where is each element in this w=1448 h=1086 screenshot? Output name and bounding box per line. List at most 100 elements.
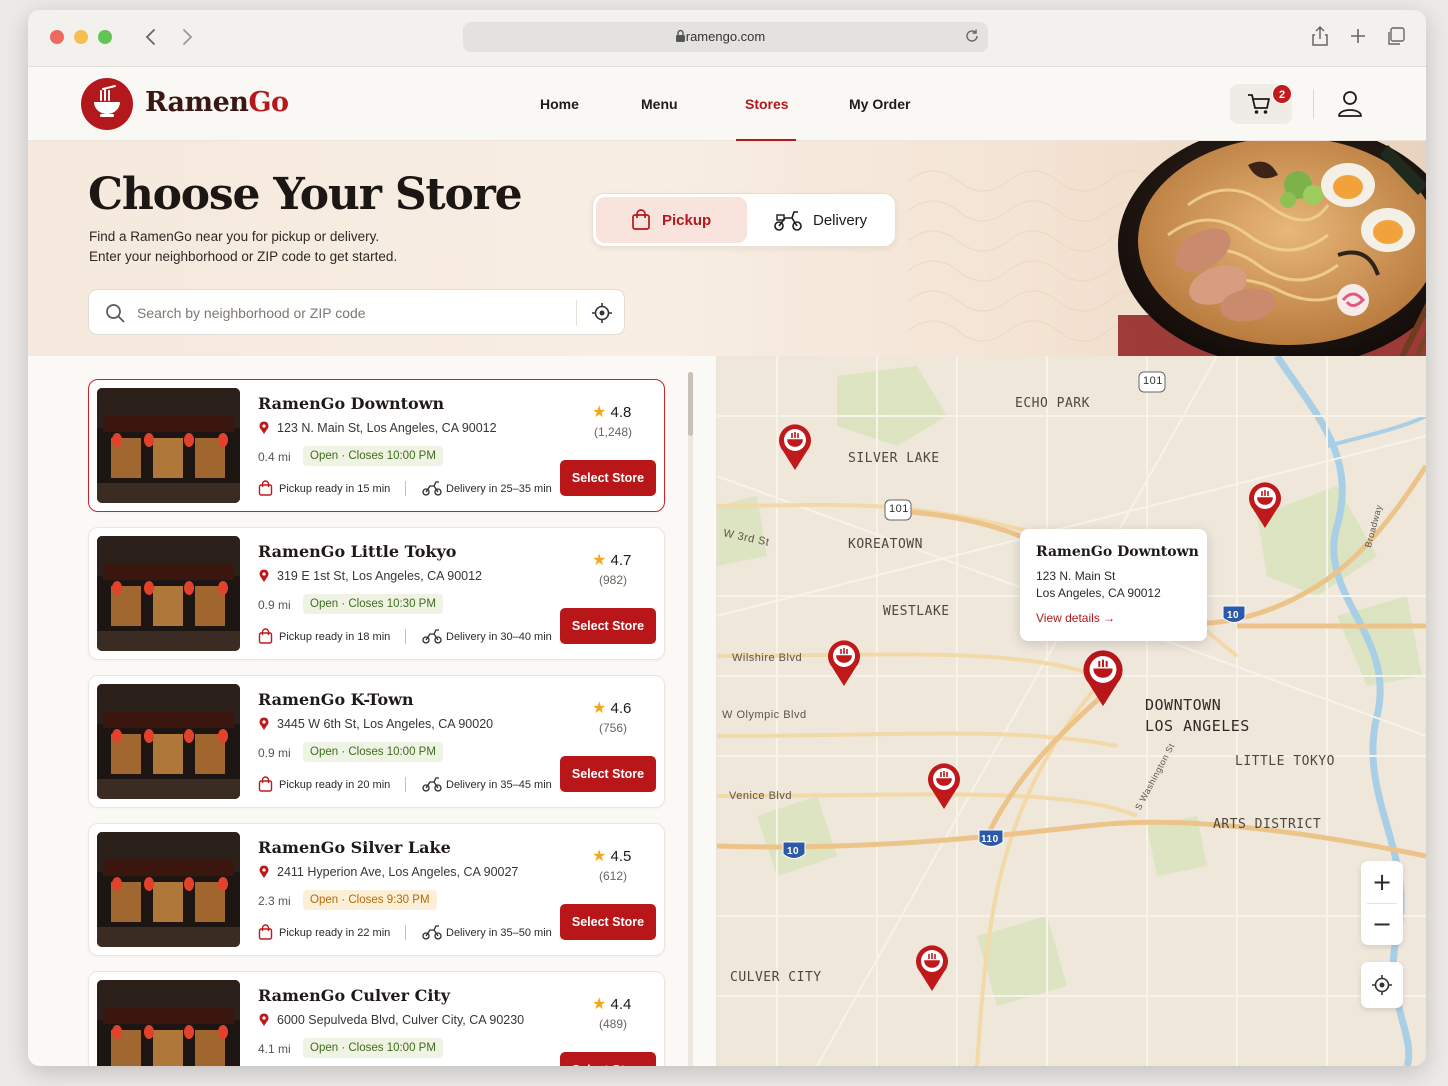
tab-overview-icon[interactable] [1386, 25, 1406, 47]
location-pin-icon [259, 717, 269, 730]
store-name[interactable]: RamenGo Little Tokyo [258, 542, 456, 561]
back-arrow-icon[interactable] [140, 24, 162, 50]
zoom-out-button[interactable]: − [1361, 903, 1403, 945]
store-card[interactable]: RamenGo Downtown 123 N. Main St, Los Ang… [88, 379, 665, 512]
delivery-option[interactable]: Delivery [751, 197, 893, 243]
select-store-button[interactable]: Select Store [560, 608, 656, 644]
star-icon: ★ [592, 404, 607, 421]
maximize-window-button[interactable] [98, 30, 112, 44]
store-card[interactable]: RamenGo Culver City 6000 Sepulveda Blvd,… [88, 971, 665, 1066]
store-address: 123 N. Main St, Los Angeles, CA 90012 [277, 421, 497, 435]
brand-name-ramen: Ramen [145, 87, 249, 118]
minimize-window-button[interactable] [74, 30, 88, 44]
scooter-icon [422, 777, 442, 792]
info-divider [405, 629, 406, 644]
location-pin-icon [259, 421, 269, 434]
map-locate-button[interactable] [1361, 962, 1403, 1008]
select-store-button[interactable]: Select Store [560, 1052, 656, 1066]
store-address: 3445 W 6th St, Los Angeles, CA 90020 [277, 717, 494, 731]
close-window-button[interactable] [50, 30, 64, 44]
store-distance: 4.1 mi [258, 1042, 291, 1056]
map-pin-silver-lake[interactable] [777, 423, 813, 471]
map-pin-k-town[interactable] [826, 639, 862, 687]
map-pin-downtown-selected[interactable] [1081, 648, 1125, 708]
new-tab-icon[interactable] [1348, 25, 1368, 47]
review-count: (1,248) [593, 425, 633, 439]
zoom-in-button[interactable]: + [1361, 861, 1403, 903]
rating-value: 4.5 [610, 848, 632, 865]
store-rating: ★ 4.4 [592, 994, 642, 1014]
map-store-popup: RamenGo Downtown 123 N. Main St Los Ange… [1020, 529, 1207, 641]
forward-arrow-icon[interactable] [176, 24, 198, 50]
user-account-icon[interactable] [1337, 90, 1363, 118]
popup-address-line-2: Los Angeles, CA 90012 [1036, 586, 1161, 600]
store-map[interactable]: 101 101 10 110 10 ECHO PARK SILVER LAKE … [717, 356, 1426, 1066]
store-name[interactable]: RamenGo K-Town [258, 690, 414, 709]
nav-my-order[interactable]: My Order [849, 96, 910, 112]
shopping-bag-icon [258, 628, 273, 644]
brand-wordmark[interactable]: RamenGo [145, 87, 289, 118]
address-bar[interactable]: ramengo.com [463, 22, 988, 52]
pickup-time: Pickup ready in 22 min [279, 927, 391, 939]
map-pin-echo-park[interactable] [1247, 481, 1283, 529]
info-divider [405, 481, 406, 496]
street-label-venice: Venice Blvd [729, 790, 792, 802]
ramen-bowl-photo [1118, 141, 1426, 356]
map-label-culver-city: CULVER CITY [730, 970, 822, 985]
map-label-silver-lake: SILVER LAKE [848, 451, 940, 466]
store-name[interactable]: RamenGo Silver Lake [258, 838, 451, 857]
map-base-layer [717, 356, 1426, 1066]
store-search-input[interactable] [137, 302, 557, 324]
store-status-badge: Open · Closes 9:30 PM [303, 890, 437, 910]
map-label-little-tokyo: LITTLE TOKYO [1235, 754, 1335, 769]
pickup-time: Pickup ready in 20 min [279, 779, 391, 791]
select-store-button[interactable]: Select Store [560, 460, 656, 496]
store-distance: 0.9 mi [258, 746, 291, 760]
store-rating: ★ 4.7 [592, 550, 642, 570]
us101-shield-mid-label: 101 [889, 503, 909, 515]
share-icon[interactable] [1310, 25, 1330, 47]
nav-menu[interactable]: Menu [641, 96, 678, 112]
select-store-button[interactable]: Select Store [560, 904, 656, 940]
browser-window: ramengo.com RamenGo Home Menu Stores My … [28, 10, 1426, 1066]
delivery-time: Delivery in 35–45 min [446, 779, 552, 791]
store-card[interactable]: RamenGo Silver Lake 2411 Hyperion Ave, L… [88, 823, 665, 956]
store-status-badge: Open · Closes 10:00 PM [303, 446, 443, 466]
select-store-button[interactable]: Select Store [560, 756, 656, 792]
store-card[interactable]: RamenGo Little Tokyo 319 E 1st St, Los A… [88, 527, 665, 660]
cart-count-badge: 2 [1272, 84, 1292, 104]
store-name[interactable]: RamenGo Downtown [258, 394, 444, 413]
store-distance: 0.9 mi [258, 598, 291, 612]
store-list-panel: RamenGo Downtown 123 N. Main St, Los Ang… [28, 356, 717, 1066]
storefront-photo [97, 536, 240, 651]
info-divider [405, 925, 406, 940]
storefront-photo [97, 388, 240, 503]
store-status-badge: Open · Closes 10:30 PM [303, 594, 443, 614]
map-pin-culver-city[interactable] [914, 944, 950, 992]
store-name[interactable]: RamenGo Culver City [258, 986, 450, 1005]
site-header: RamenGo Home Menu Stores My Order 2 [28, 67, 1426, 141]
popup-view-details-link[interactable]: View details → [1036, 611, 1115, 625]
ramen-bowl-logo-icon[interactable] [81, 78, 133, 130]
pickup-option[interactable]: Pickup [596, 197, 747, 243]
popup-store-name: RamenGo Downtown [1036, 544, 1199, 560]
map-label-echo-park: ECHO PARK [1015, 396, 1090, 411]
store-card[interactable]: RamenGo K-Town 3445 W 6th St, Los Angele… [88, 675, 665, 808]
nav-stores[interactable]: Stores [745, 96, 789, 112]
use-my-location-icon[interactable] [591, 302, 613, 324]
search-icon [106, 304, 125, 323]
reload-icon[interactable] [964, 28, 980, 44]
store-list-scrollbar[interactable] [688, 372, 693, 1066]
scooter-icon [422, 481, 442, 496]
map-zoom-controls: + − [1361, 861, 1403, 945]
review-count: (982) [598, 573, 627, 587]
store-list-scroll-thumb[interactable] [688, 372, 693, 436]
delivery-label: Delivery [813, 212, 868, 229]
delivery-time: Delivery in 25–35 min [446, 483, 552, 495]
store-address: 2411 Hyperion Ave, Los Angeles, CA 90027 [277, 865, 519, 879]
nav-home[interactable]: Home [540, 96, 579, 112]
delivery-time: Delivery in 35–50 min [446, 927, 552, 939]
map-label-westlake: WESTLAKE [883, 604, 950, 619]
scooter-icon [422, 925, 442, 940]
map-pin-little-tokyo[interactable] [926, 762, 962, 810]
